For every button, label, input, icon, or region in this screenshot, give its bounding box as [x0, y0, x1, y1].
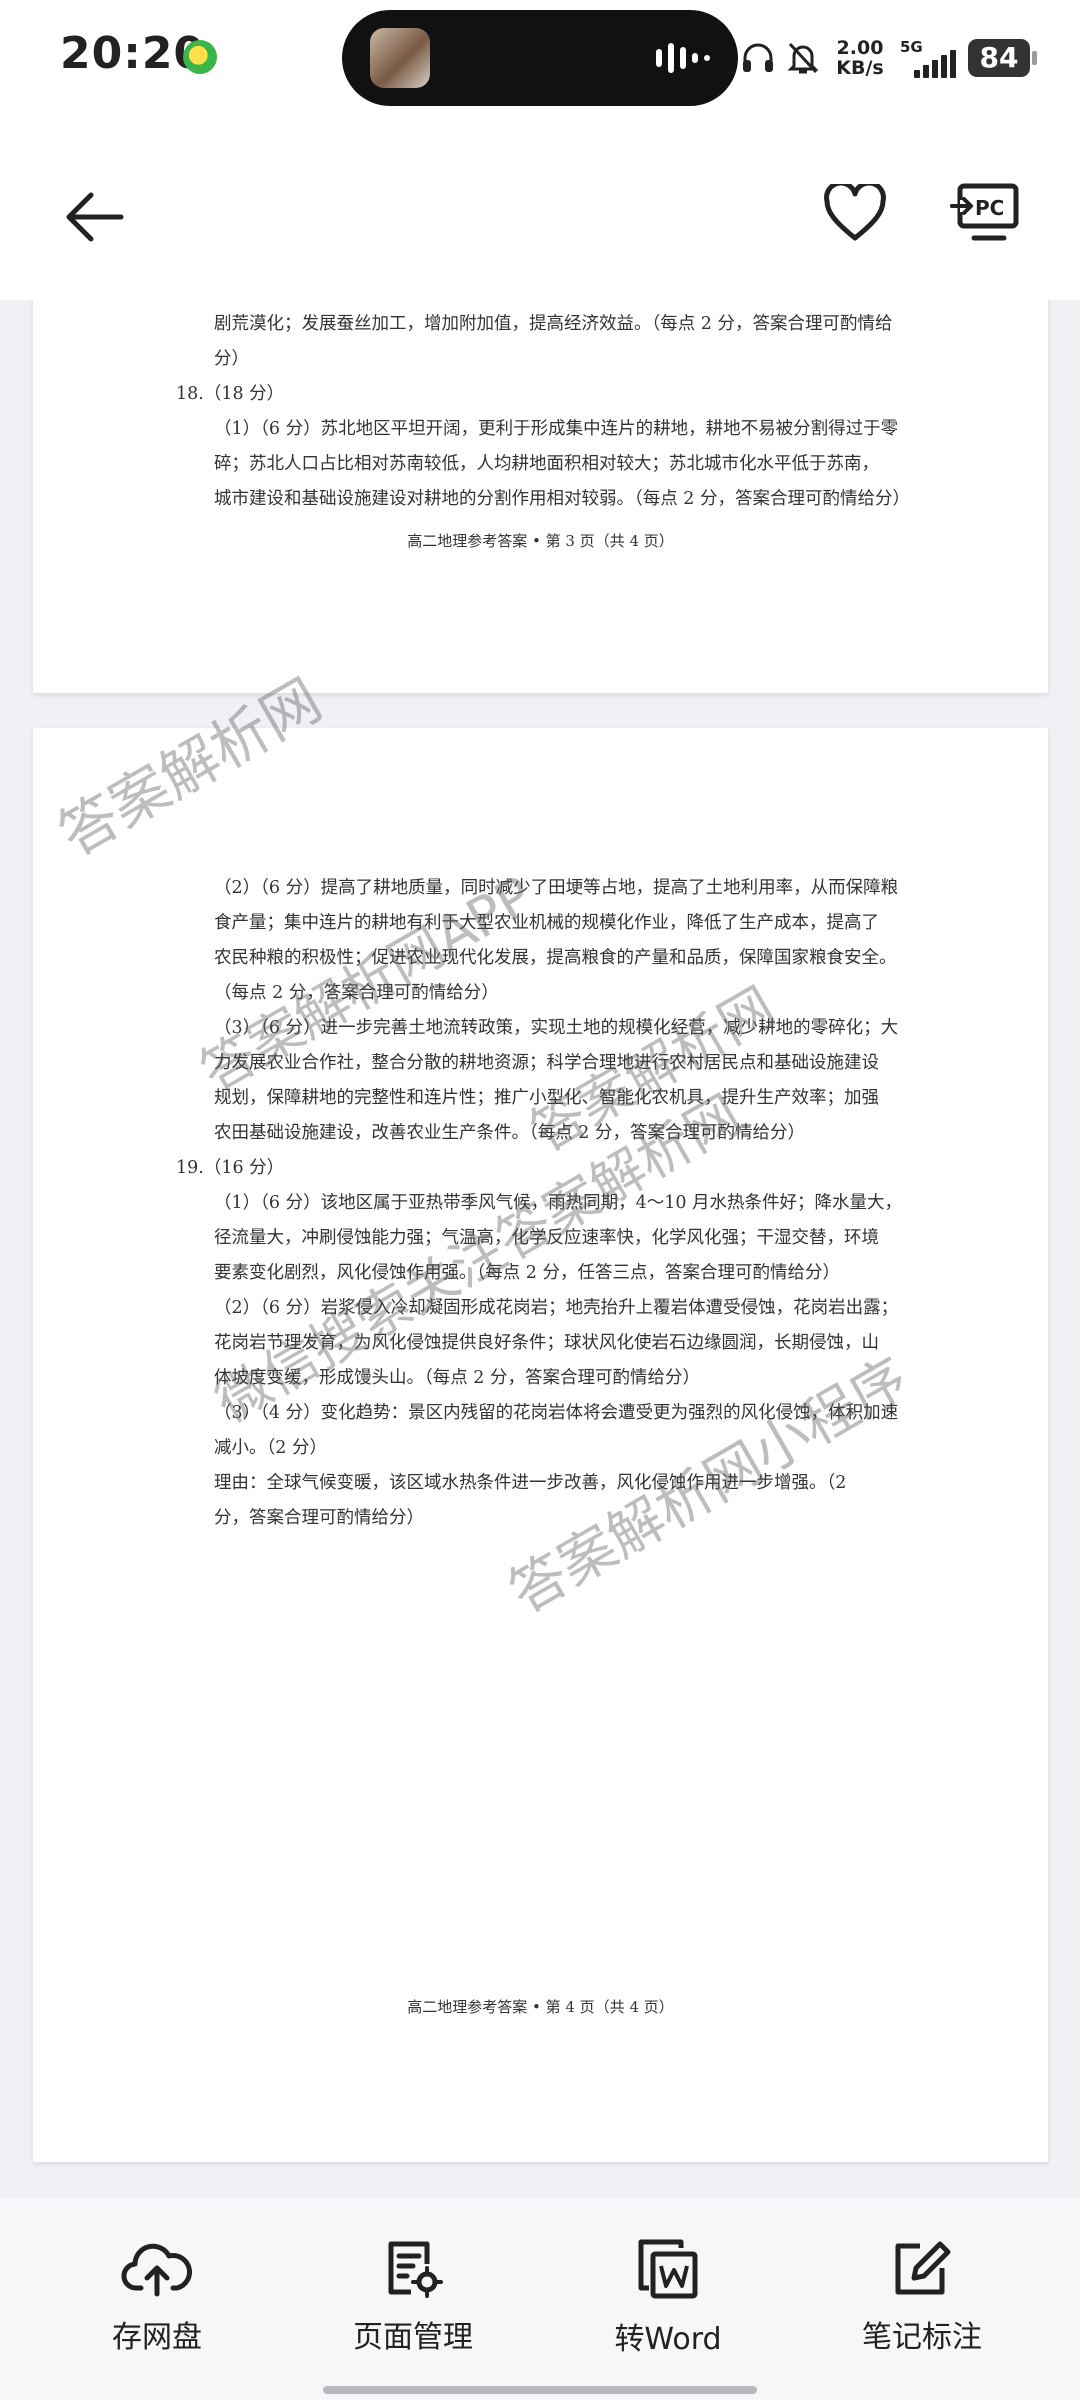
toolbar-label: 笔记标注	[862, 2320, 982, 2355]
heart-icon	[824, 184, 886, 241]
music-app-icon	[183, 40, 217, 74]
network-speed-unit: KB/s	[836, 57, 884, 79]
toolbar-label: 转Word	[614, 2322, 722, 2357]
back-button[interactable]	[55, 177, 135, 257]
toolbar-label: 页面管理	[353, 2320, 473, 2355]
page-footer: 高二地理参考答案 • 第 4 页（共 4 页）	[407, 1998, 674, 2016]
doc-line: 剧荒漠化；发展蚕丝加工，增加附加值，提高经济效益。（每点 2 分，答案合理可酌情…	[214, 314, 893, 334]
doc-line: 19.（16 分）	[176, 1158, 285, 1178]
document-viewer[interactable]: 剧荒漠化；发展蚕丝加工，增加附加值，提高经济效益。（每点 2 分，答案合理可酌情…	[0, 300, 1080, 2198]
word-convert-icon	[638, 2239, 698, 2299]
note-annotate-button[interactable]: 笔记标注	[822, 2238, 1022, 2368]
headphones-icon	[743, 43, 773, 72]
page-manage-icon	[388, 2241, 443, 2298]
network-speed-value: 2.00	[836, 37, 884, 59]
cloud-upload-icon	[121, 2243, 192, 2297]
pc-projection-icon: PC	[950, 183, 1019, 240]
doc-line: 减小。（2 分）	[214, 1438, 327, 1458]
save-to-cloud-button[interactable]: 存网盘	[57, 2238, 257, 2368]
toolbar-label: 存网盘	[112, 2320, 202, 2355]
signal-icon: 5G	[900, 38, 958, 78]
doc-line: （1）（6 分）苏北地区平坦开阔，更利于形成集中连片的耕地，耕地不易被分割得过于…	[214, 419, 899, 439]
favorite-button[interactable]	[815, 173, 895, 253]
audio-wave-icon	[656, 40, 710, 76]
page-manage-button[interactable]: 页面管理	[313, 2238, 513, 2368]
page-footer: 高二地理参考答案 • 第 3 页（共 4 页）	[407, 532, 674, 550]
doc-line: （2）（6 分）提高了耕地质量，同时减少了田埂等占地，提高了土地利用率，从而保障…	[214, 878, 899, 898]
pc-projection-button[interactable]: PC	[940, 170, 1030, 255]
doc-line: 分）	[214, 349, 249, 369]
mute-bell-icon	[787, 42, 819, 74]
edit-note-icon	[895, 2241, 951, 2295]
home-indicator[interactable]	[323, 2386, 757, 2394]
doc-line: 食产量；集中连片的耕地有利于大型农业机械的规模化作业，降低了生产成本，提高了	[214, 913, 879, 933]
bottom-toolbar: 存网盘 页面管理 转Word 笔记标注	[0, 2198, 1080, 2400]
battery-indicator: 84	[968, 39, 1037, 77]
doc-line: 18.（18 分）	[176, 384, 285, 404]
arrow-left-icon	[66, 192, 124, 242]
status-bar: 20:20 2.00 KB/s 5G 84	[0, 0, 1080, 115]
doc-line: 分，答案合理可酌情给分）	[214, 1508, 424, 1528]
convert-to-word-button[interactable]: 转Word	[568, 2238, 768, 2368]
doc-line: 碎；苏北人口占比相对苏南较低，人均耕地面积相对较大；苏北城市化水平低于苏南，	[214, 454, 879, 474]
document-page-4: （2）（6 分）提高了耕地质量，同时减少了田埂等占地，提高了土地利用率，从而保障…	[33, 666, 1048, 2162]
document-page-3: 剧荒漠化；发展蚕丝加工，增加附加值，提高经济效益。（每点 2 分，答案合理可酌情…	[33, 300, 1048, 693]
network-speed: 2.00 KB/s	[830, 38, 890, 78]
pc-label: PC	[975, 196, 1004, 220]
doc-line: 城市建设和基础设施建设对耕地的分割作用相对较弱。（每点 2 分，答案合理可酌情给…	[214, 489, 911, 509]
album-thumbnail	[370, 28, 430, 88]
dynamic-island[interactable]	[342, 10, 738, 106]
app-header: PC	[0, 115, 1080, 300]
